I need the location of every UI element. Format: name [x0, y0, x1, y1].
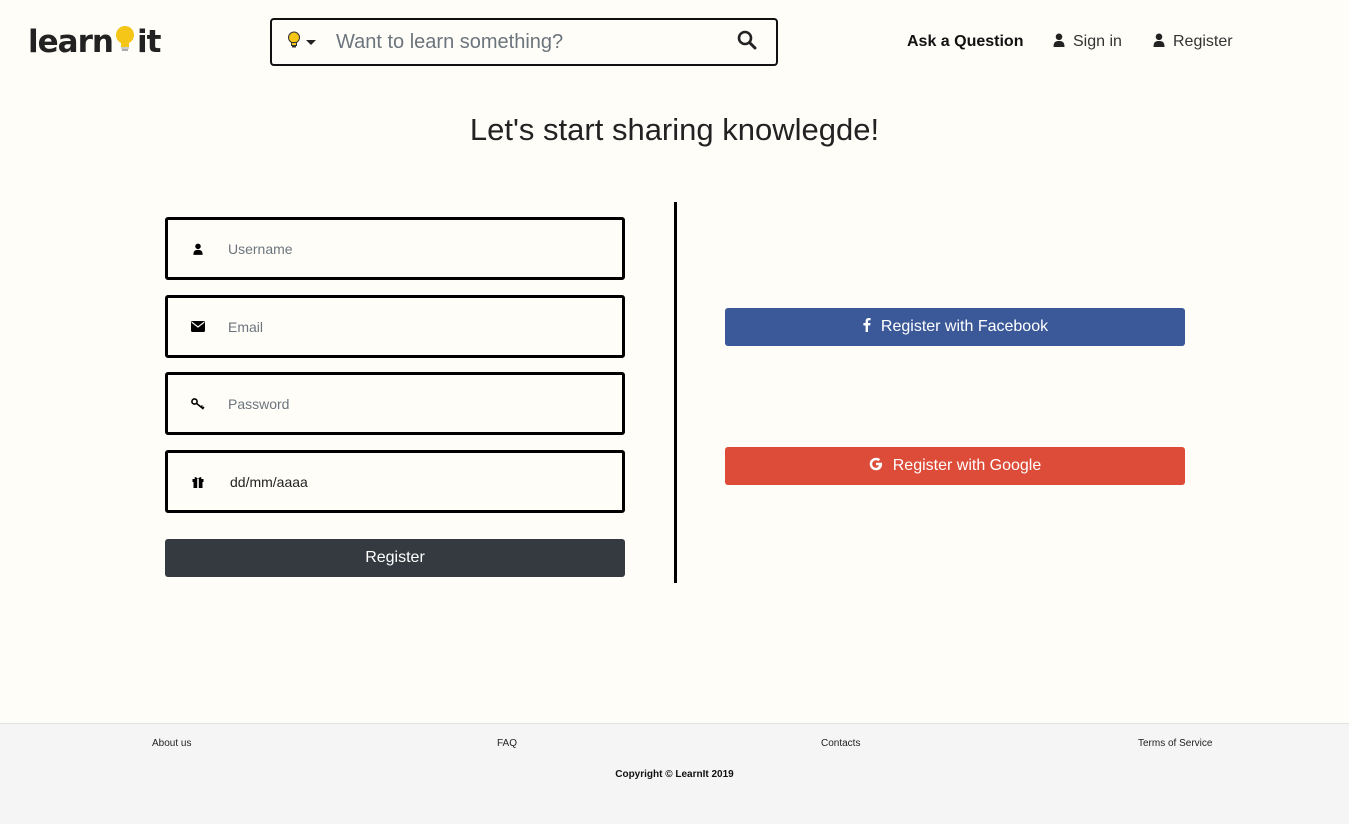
search-button[interactable] [718, 20, 776, 64]
search-input[interactable] [324, 20, 718, 64]
chevron-down-icon [305, 39, 316, 45]
register-link[interactable]: Register [1153, 30, 1233, 54]
header: learn it Want to learn something? Ask a … [0, 0, 1349, 84]
register-label: Register [1173, 33, 1233, 50]
search-bar [270, 18, 778, 66]
user-icon [168, 243, 228, 255]
email-field [165, 295, 625, 358]
vertical-divider [674, 202, 677, 583]
category-dropdown[interactable] [272, 20, 324, 64]
username-field [165, 217, 625, 280]
copyright-text: Copyright © LearnIt 2019 [615, 769, 734, 780]
google-label: Register with Google [892, 457, 1042, 474]
user-icon [1153, 33, 1165, 52]
password-input[interactable] [228, 375, 622, 432]
sign-in-link[interactable]: Sign in [1053, 30, 1122, 54]
logo-text-right: it [136, 24, 161, 60]
birthdate-field[interactable]: dd/mm/aaaa [165, 450, 625, 513]
register-google-button[interactable]: Register with Google [725, 447, 1185, 485]
password-field [165, 372, 625, 435]
google-icon [869, 457, 883, 476]
birthdate-input[interactable]: dd/mm/aaaa [228, 474, 308, 490]
envelope-icon [168, 321, 228, 332]
footer-link-contacts[interactable]: Contacts [821, 738, 860, 749]
facebook-icon [862, 317, 871, 337]
sign-in-label: Sign in [1073, 33, 1122, 50]
ask-question-link[interactable]: Ask a Question [907, 30, 1023, 54]
register-button[interactable]: Register [165, 539, 625, 577]
footer: About us FAQ Contacts Terms of Service C… [0, 723, 1349, 824]
lightbulb-icon [287, 31, 301, 54]
email-input[interactable] [228, 298, 622, 355]
search-icon [737, 30, 757, 55]
user-icon [1053, 33, 1065, 52]
footer-link-about[interactable]: About us [152, 738, 191, 749]
logo[interactable]: learn it [28, 22, 161, 62]
register-facebook-button[interactable]: Register with Facebook [725, 308, 1185, 346]
gift-icon [168, 476, 228, 488]
logo-text-left: learn [28, 24, 114, 60]
page-title: Let's start sharing knowlegde! [469, 112, 880, 147]
footer-link-faq[interactable]: FAQ [497, 738, 517, 749]
lightbulb-icon [114, 25, 136, 51]
key-icon [168, 397, 228, 410]
footer-link-terms[interactable]: Terms of Service [1138, 738, 1212, 749]
facebook-label: Register with Facebook [880, 318, 1049, 335]
username-input[interactable] [228, 220, 622, 277]
